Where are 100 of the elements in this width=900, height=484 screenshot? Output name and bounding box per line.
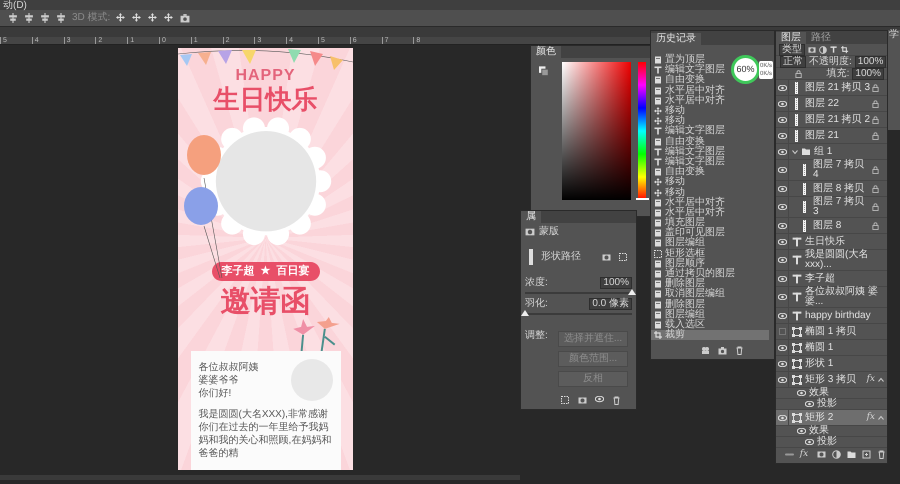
menu-item[interactable]: 动(D): [3, 0, 27, 11]
adjustment-filter-icon[interactable]: [819, 46, 827, 54]
lock-icon[interactable]: [872, 132, 879, 140]
layer-row[interactable]: 李子超: [776, 271, 887, 287]
history-item[interactable]: 水平居中对齐: [651, 208, 727, 218]
trash-icon[interactable]: [612, 396, 621, 405]
history-item[interactable]: 编辑文字图层: [651, 126, 727, 136]
swatch-icon[interactable]: [539, 66, 548, 76]
mask-icon[interactable]: [525, 227, 535, 237]
lock-icon[interactable]: [872, 203, 879, 211]
eye-icon[interactable]: [778, 238, 786, 244]
eye-icon[interactable]: [778, 276, 786, 282]
lock-icon[interactable]: [872, 84, 879, 92]
history-item[interactable]: 自由变换: [651, 75, 707, 86]
layer-row[interactable]: 图层 7 拷贝 3: [776, 197, 887, 218]
camera-icon[interactable]: [718, 346, 727, 355]
hue-slider[interactable]: [638, 62, 646, 200]
layer-row[interactable]: happy birthday: [776, 308, 887, 324]
panel-tab[interactable]: 颜色: [531, 46, 561, 58]
history-item[interactable]: 编辑文字图层: [651, 146, 727, 157]
layer-row[interactable]: 组 1: [776, 144, 887, 160]
eye-icon[interactable]: [778, 186, 786, 192]
selection-icon[interactable]: [561, 396, 570, 405]
slider-thumb[interactable]: [521, 310, 529, 316]
layer-row[interactable]: 椭圆 1: [776, 340, 887, 356]
add-mask-icon[interactable]: [602, 252, 611, 262]
eye-icon[interactable]: [778, 294, 786, 300]
layer-row[interactable]: 形状 1: [776, 356, 887, 372]
history-item[interactable]: 水平居中对齐: [651, 198, 727, 208]
align-center-icon[interactable]: [24, 13, 34, 23]
lock-icon[interactable]: [872, 100, 879, 108]
layer-row[interactable]: 图层 21 拷贝 3: [776, 80, 887, 96]
history-item[interactable]: 自由变换: [651, 167, 707, 178]
chevron-up-icon[interactable]: [878, 376, 884, 382]
text-filter-icon[interactable]: [830, 46, 838, 54]
lock-icon[interactable]: [872, 116, 879, 124]
new-layer-icon[interactable]: [862, 450, 872, 459]
layer-row[interactable]: 图层 21: [776, 128, 887, 144]
trash-icon[interactable]: [877, 450, 886, 459]
eye-icon[interactable]: [595, 396, 604, 405]
feather-field[interactable]: 0.0 像素: [589, 298, 632, 310]
eye-icon[interactable]: [778, 376, 786, 382]
mask-icon[interactable]: [817, 450, 826, 459]
history-item[interactable]: 移动: [651, 187, 687, 198]
eye-icon[interactable]: [797, 390, 806, 396]
color-field[interactable]: [562, 62, 631, 200]
eye-icon[interactable]: [778, 222, 786, 228]
eye-icon[interactable]: [778, 132, 786, 138]
chevron-down-icon[interactable]: [792, 148, 798, 154]
panel-tab[interactable]: 属: [521, 211, 541, 223]
lock-icon[interactable]: [872, 184, 879, 192]
eye-icon[interactable]: [778, 414, 786, 420]
eye-icon[interactable]: [778, 116, 786, 122]
adjustment-icon[interactable]: [832, 450, 842, 459]
eye-icon[interactable]: [778, 84, 786, 90]
lock-icon[interactable]: [872, 222, 879, 230]
layer-row[interactable]: 矩形 3 拷贝 fx: [776, 372, 887, 388]
history-item[interactable]: 通过拷贝的图层: [651, 268, 737, 280]
history-item[interactable]: 删除图层: [651, 300, 707, 310]
history-item[interactable]: 图层编组: [651, 238, 707, 249]
layer-row[interactable]: 椭圆 1 拷贝: [776, 324, 887, 340]
history-item[interactable]: 取消图层编组: [651, 289, 727, 300]
eye-icon[interactable]: [797, 428, 806, 434]
layer-row[interactable]: 投影: [776, 437, 887, 448]
density-field[interactable]: 100%: [600, 277, 632, 289]
mask-icon[interactable]: [578, 396, 587, 405]
history-item[interactable]: 图层顺序: [651, 258, 707, 269]
eye-icon[interactable]: [778, 204, 786, 210]
layer-row[interactable]: 矩形 2 fx: [776, 410, 887, 426]
layer-row[interactable]: 我是圆圆(大名xxx)...: [776, 250, 887, 271]
lock-icon[interactable]: [872, 166, 879, 174]
eye-icon[interactable]: [778, 360, 786, 366]
opacity-field[interactable]: 100%: [854, 56, 886, 68]
history-item[interactable]: 裁剪: [651, 330, 769, 340]
layer-row[interactable]: 效果: [776, 388, 887, 399]
layer-row[interactable]: 图层 22: [776, 96, 887, 112]
panel-tab[interactable]: 历史记录: [651, 33, 701, 45]
filter-dropdown[interactable]: 类型: [779, 44, 805, 56]
folder-icon[interactable]: [847, 450, 856, 459]
history-item[interactable]: 移动: [651, 106, 687, 116]
layer-row[interactable]: 图层 8: [776, 218, 887, 234]
history-item[interactable]: 水平居中对齐: [651, 86, 727, 96]
fx-button[interactable]: fx: [800, 450, 808, 459]
eye-icon[interactable]: [805, 439, 814, 445]
history-item[interactable]: 图层编组: [651, 310, 707, 320]
camera-3d-icon[interactable]: [180, 13, 190, 23]
layer-row[interactable]: 效果: [776, 426, 887, 437]
eye-icon[interactable]: [778, 344, 786, 350]
history-item[interactable]: 自由变换: [651, 136, 707, 147]
eye-icon[interactable]: [778, 257, 786, 263]
layer-row[interactable]: 图层 7 拷贝 4: [776, 160, 887, 181]
eye-icon[interactable]: [805, 401, 814, 407]
layer-row[interactable]: 图层 8 拷贝: [776, 181, 887, 197]
history-item[interactable]: 矩形选框: [651, 248, 707, 259]
layer-row[interactable]: 各位叔叔阿姨 婆婆...: [776, 287, 887, 308]
fill-field[interactable]: 100%: [852, 68, 884, 80]
panel-tab[interactable]: 图层: [776, 32, 806, 44]
eye-icon[interactable]: [778, 312, 786, 318]
layer-row[interactable]: 图层 21 拷贝 2: [776, 112, 887, 128]
blend-dropdown[interactable]: 正常: [780, 56, 806, 68]
